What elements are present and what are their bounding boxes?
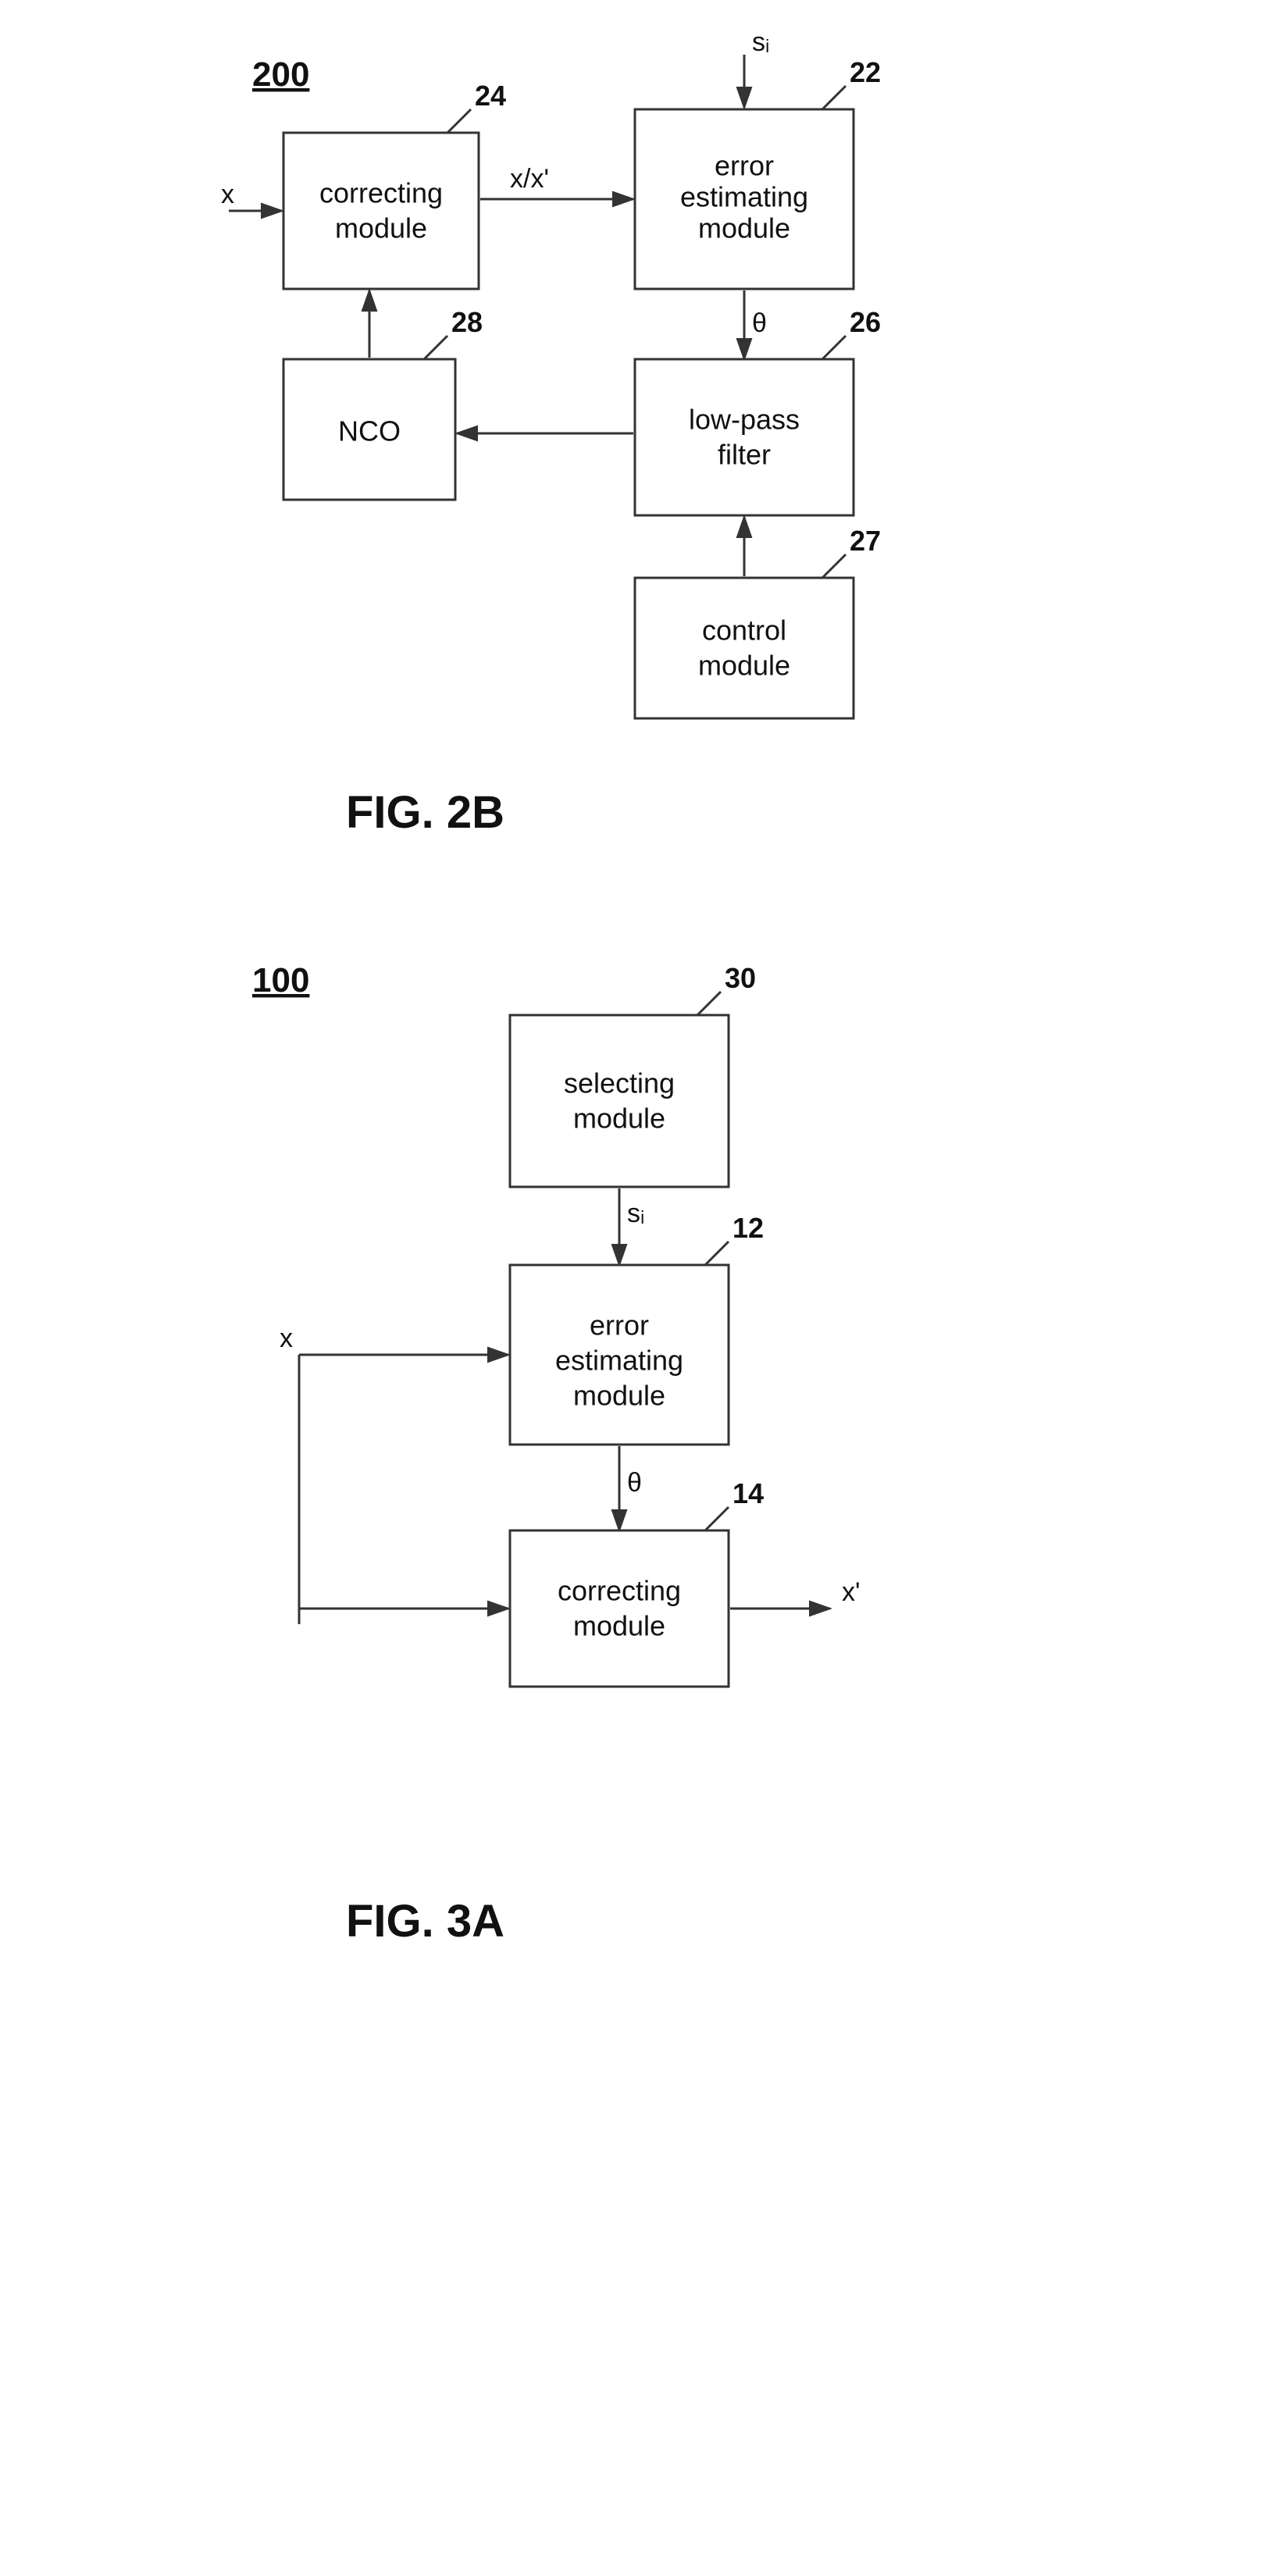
control-text2: module xyxy=(697,650,790,682)
correcting-module-text1: correcting xyxy=(319,177,442,209)
ref24-text: 24 xyxy=(475,80,506,112)
fig2b-label: 200 xyxy=(252,55,309,94)
x-prime-label: x/x' xyxy=(510,164,549,194)
fig3a-title: FIG. 3A xyxy=(346,1896,504,1947)
ref14-text: 14 xyxy=(733,1477,764,1509)
ref27-text: 27 xyxy=(850,525,881,557)
fig3a-section: 100 selecting module 30 sᵢ 12 error esti… xyxy=(205,937,1064,1991)
ref30-tick xyxy=(697,992,721,1015)
fig3a-svg: 100 selecting module 30 sᵢ 12 error esti… xyxy=(205,937,1064,1991)
ref12-text: 12 xyxy=(733,1212,764,1244)
ref24-tick xyxy=(447,109,471,133)
x-label: x xyxy=(221,180,234,209)
low-pass-text1: low-pass xyxy=(688,404,799,436)
correcting-module-box xyxy=(283,133,479,289)
theta-label: θ xyxy=(752,308,767,338)
control-module-box xyxy=(635,578,854,718)
low-pass-text2: filter xyxy=(717,439,770,471)
ref22-tick xyxy=(822,86,846,109)
ref30-text: 30 xyxy=(725,962,756,994)
ref12-tick xyxy=(705,1242,729,1265)
selecting-module-box xyxy=(510,1015,729,1187)
ref26-text: 26 xyxy=(850,306,881,338)
si-label: sᵢ xyxy=(752,31,769,57)
ref28-tick xyxy=(424,336,447,359)
nco-text: NCO xyxy=(338,415,401,447)
ref22-text: 22 xyxy=(850,56,881,88)
correcting-module-text2: module xyxy=(334,212,426,244)
ref26-tick xyxy=(822,336,846,359)
error-est-text1-3a: error xyxy=(589,1309,648,1341)
correcting-module-box-3a xyxy=(510,1530,729,1687)
fig2b-title: FIG. 2B xyxy=(346,787,504,838)
error-est-text3-3a: module xyxy=(572,1380,665,1412)
error-estimating-text2: estimating xyxy=(679,181,807,213)
correcting-text2-3a: module xyxy=(572,1610,665,1642)
fig2b-section: 200 correcting module 24 error estimatin… xyxy=(205,31,1064,890)
si-label-3a: sᵢ xyxy=(627,1199,644,1228)
control-text1: control xyxy=(701,615,786,647)
error-estimating-text3: module xyxy=(697,212,790,244)
selecting-text1: selecting xyxy=(563,1067,674,1099)
fig3a-label: 100 xyxy=(252,961,309,999)
correcting-text1-3a: correcting xyxy=(557,1575,680,1607)
error-estimating-text1: error xyxy=(714,150,773,182)
ref14-tick xyxy=(705,1507,729,1530)
ref27-tick xyxy=(822,554,846,578)
page: 200 correcting module 24 error estimatin… xyxy=(0,0,1269,2576)
ref28-text: 28 xyxy=(451,306,483,338)
fig2b-svg: 200 correcting module 24 error estimatin… xyxy=(205,31,1064,890)
x-prime-label-3a: x' xyxy=(842,1577,861,1607)
theta-label-3a: θ xyxy=(627,1468,642,1498)
selecting-text2: module xyxy=(572,1103,665,1135)
x-label-3a: x xyxy=(280,1324,293,1353)
error-est-text2-3a: estimating xyxy=(554,1345,683,1377)
low-pass-filter-box xyxy=(635,359,854,515)
